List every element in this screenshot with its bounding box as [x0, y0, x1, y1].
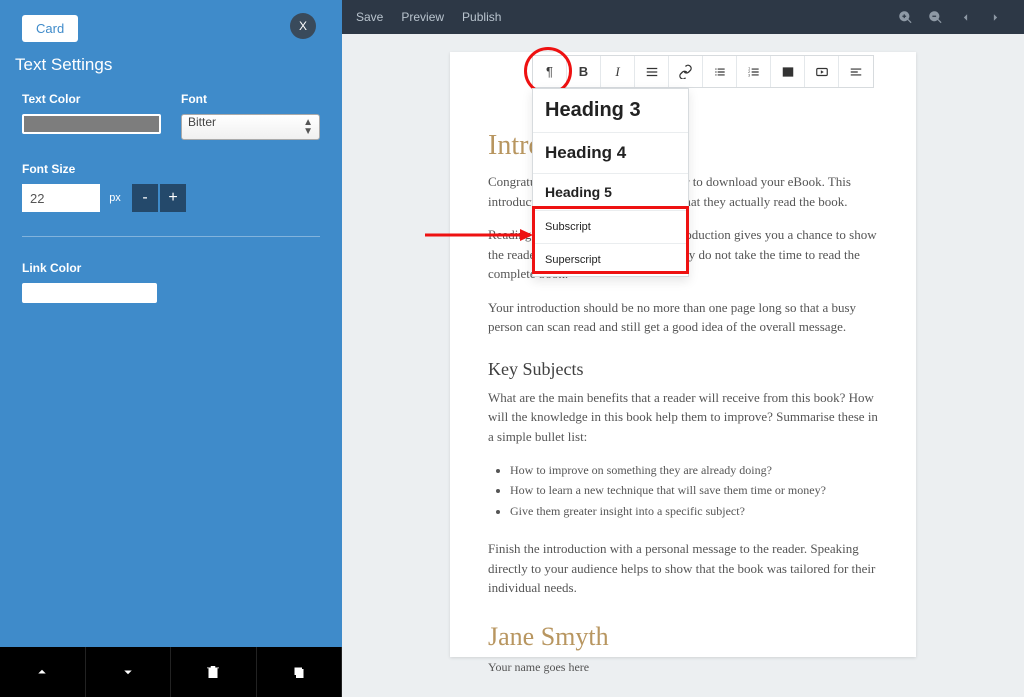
font-size-unit: px	[100, 184, 130, 212]
sidebar: Card X Text Settings Text Color Font Bit…	[0, 0, 342, 697]
link-icon	[678, 64, 693, 79]
signature-subtitle[interactable]: Your name goes here	[488, 660, 878, 675]
trash-icon	[204, 663, 222, 681]
paragraph[interactable]: Finish the introduction with a personal …	[488, 539, 878, 598]
font-select-value: Bitter	[188, 115, 216, 129]
dropdown-heading-5[interactable]: Heading 5	[533, 174, 688, 211]
dropdown-subscript[interactable]: Subscript	[533, 211, 688, 244]
number-list-button[interactable]: 123	[737, 56, 771, 87]
save-link[interactable]: Save	[356, 10, 383, 24]
copy-icon	[290, 663, 308, 681]
dropdown-heading-3[interactable]: Heading 3	[533, 89, 688, 133]
link-button[interactable]	[669, 56, 703, 87]
card-button[interactable]: Card	[22, 15, 78, 42]
key-subjects-heading[interactable]: Key Subjects	[488, 359, 878, 380]
dropdown-heading-4[interactable]: Heading 4	[533, 133, 688, 174]
image-button[interactable]	[771, 56, 805, 87]
paragraph[interactable]: Your introduction should be no more than…	[488, 298, 878, 337]
bullet-list[interactable]: How to improve on something they are alr…	[488, 460, 878, 521]
font-size-increase-button[interactable]: +	[160, 184, 186, 212]
list-item[interactable]: How to improve on something they are alr…	[510, 460, 878, 480]
chevron-updown-icon: ▲▼	[303, 118, 313, 136]
align-icon	[645, 65, 659, 79]
delete-button[interactable]	[171, 647, 257, 697]
panel-title: Text Settings	[15, 55, 112, 75]
move-up-button[interactable]	[0, 647, 86, 697]
next-icon[interactable]	[980, 11, 1010, 24]
bullet-list-button[interactable]	[703, 56, 737, 87]
signature[interactable]: Jane Smyth	[488, 622, 878, 652]
font-size-decrease-button[interactable]: -	[132, 184, 158, 212]
duplicate-button[interactable]	[257, 647, 343, 697]
top-bar: Save Preview Publish	[342, 0, 1024, 34]
svg-text:3: 3	[748, 73, 750, 77]
zoom-out-icon[interactable]	[920, 10, 950, 25]
move-down-button[interactable]	[86, 647, 172, 697]
preview-link[interactable]: Preview	[401, 10, 444, 24]
list-ul-icon	[713, 65, 727, 79]
list-item[interactable]: How to learn a new technique that will s…	[510, 480, 878, 500]
prev-icon[interactable]	[950, 11, 980, 24]
bold-button[interactable]: B	[567, 56, 601, 87]
font-select[interactable]: Bitter ▲▼	[181, 114, 320, 140]
clear-icon	[849, 65, 863, 79]
zoom-in-icon[interactable]	[890, 10, 920, 25]
font-size-input[interactable]	[22, 184, 100, 212]
clear-format-button[interactable]	[839, 56, 873, 87]
list-item[interactable]: Give them greater insight into a specifi…	[510, 501, 878, 521]
text-color-swatch[interactable]	[22, 114, 161, 134]
paragraph[interactable]: What are the main benefits that a reader…	[488, 388, 878, 447]
video-icon	[815, 65, 829, 79]
close-icon[interactable]: X	[290, 13, 316, 39]
chevron-up-icon	[33, 663, 51, 681]
editor-toolbar: ¶ B I 123	[532, 55, 874, 88]
dropdown-superscript[interactable]: Superscript	[533, 244, 688, 276]
publish-link[interactable]: Publish	[462, 10, 501, 24]
list-ol-icon: 123	[747, 65, 761, 79]
align-button[interactable]	[635, 56, 669, 87]
link-color-swatch[interactable]	[22, 283, 157, 303]
chevron-down-icon	[119, 663, 137, 681]
format-dropdown: Heading 3 Heading 4 Heading 5 Subscript …	[532, 88, 689, 277]
link-color-label: Link Color	[22, 261, 320, 275]
font-size-label: Font Size	[22, 162, 320, 176]
font-label: Font	[181, 92, 320, 106]
bottom-bar	[0, 647, 342, 697]
paragraph-format-button[interactable]: ¶	[533, 56, 567, 87]
video-button[interactable]	[805, 56, 839, 87]
image-icon	[781, 65, 795, 79]
text-color-label: Text Color	[22, 92, 161, 106]
italic-button[interactable]: I	[601, 56, 635, 87]
